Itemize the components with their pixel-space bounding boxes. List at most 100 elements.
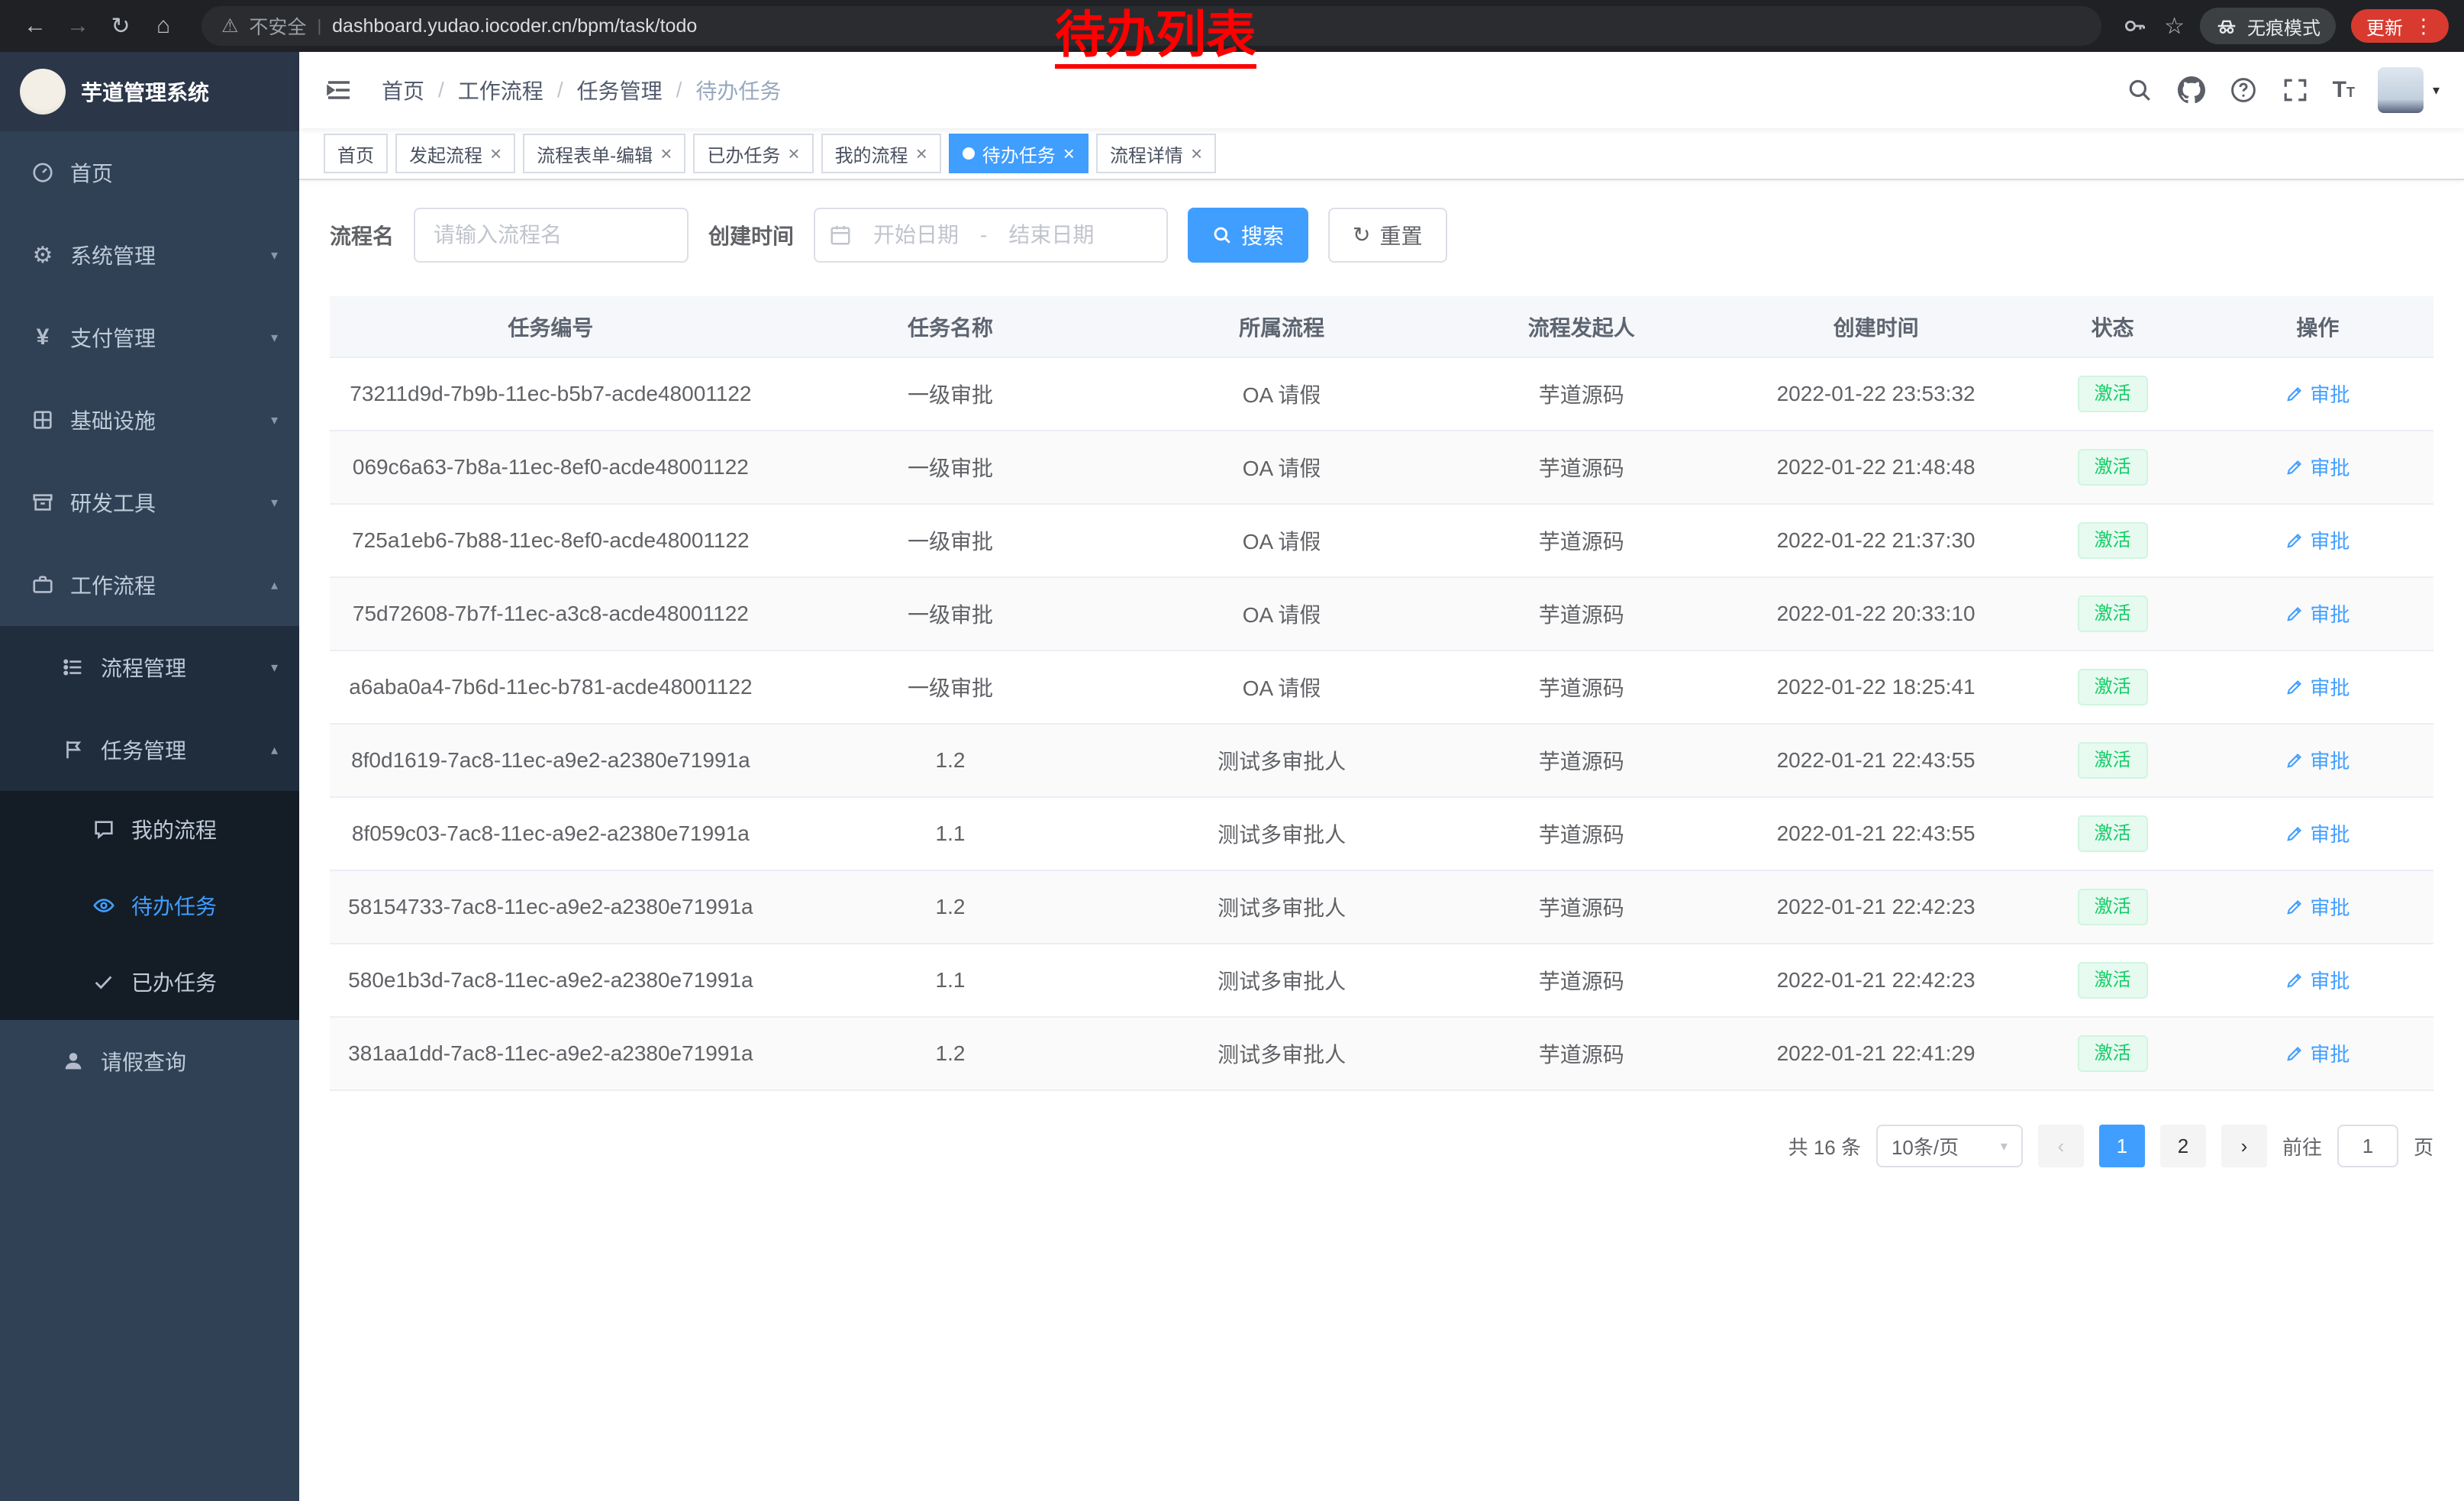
tab-done-tasks[interactable]: 已办任务 × [693, 134, 813, 173]
breadcrumb-home[interactable]: 首页 [382, 75, 424, 105]
update-button[interactable]: 更新 ⋮ [2351, 9, 2449, 43]
close-icon[interactable]: × [916, 144, 927, 163]
approve-button[interactable]: 审批 [2285, 819, 2350, 847]
approve-button[interactable]: 审批 [2285, 746, 2350, 774]
main-area: 首页 / 工作流程 / 任务管理 / 待办任务 [299, 52, 2464, 1501]
cell-initiator: 芋道源码 [1434, 357, 1729, 431]
sidebar-item-leave-query[interactable]: 请假查询 [0, 1020, 299, 1102]
sidebar-item-payment[interactable]: ¥ 支付管理 ▾ [0, 296, 299, 379]
user-menu[interactable]: ▾ [2378, 67, 2440, 113]
cell-initiator: 芋道源码 [1434, 504, 1729, 577]
sidebar-item-my-process[interactable]: 我的流程 [0, 791, 299, 867]
sidebar-item-devtools[interactable]: 研发工具 ▾ [0, 461, 299, 544]
browser-back-button[interactable]: ← [15, 6, 55, 46]
cell-status: 激活 [2024, 431, 2202, 504]
browser-reload-button[interactable]: ↻ [101, 6, 140, 46]
search-button[interactable]: 搜索 [1188, 208, 1308, 263]
sidebar-collapse-icon[interactable] [324, 73, 357, 107]
key-icon[interactable] [2120, 11, 2149, 40]
breadcrumb: 首页 / 工作流程 / 任务管理 / 待办任务 [382, 75, 781, 105]
status-badge: 激活 [2078, 376, 2148, 412]
cell-task-id: 725a1eb6-7b88-11ec-8ef0-acde48001122 [330, 504, 772, 577]
approve-button[interactable]: 审批 [2285, 1039, 2350, 1067]
sidebar-item-task-management[interactable]: 任务管理 ▴ [0, 709, 299, 791]
app-title: 芋道管理系统 [81, 76, 209, 107]
process-name-input[interactable] [414, 208, 689, 263]
incognito-label: 无痕模式 [2247, 13, 2320, 40]
tab-process-form-edit[interactable]: 流程表单-编辑 × [523, 134, 685, 173]
approve-button[interactable]: 审批 [2285, 526, 2350, 554]
content-area: 流程名 创建时间 - 搜索 [299, 180, 2464, 1501]
breadcrumb-workflow[interactable]: 工作流程 [458, 75, 543, 105]
security-label[interactable]: 不安全 [249, 12, 306, 40]
cell-task-id: a6aba0a4-7b6d-11ec-b781-acde48001122 [330, 650, 772, 724]
next-page-button[interactable]: › [2221, 1125, 2267, 1167]
sidebar-item-workflow[interactable]: 工作流程 ▴ [0, 544, 299, 626]
cell-created: 2022-01-22 18:25:41 [1729, 650, 2024, 724]
table-body: 73211d9d-7b9b-11ec-b5b7-acde48001122 一级审… [330, 357, 2433, 1090]
breadcrumb-current: 待办任务 [695, 75, 781, 105]
browser-menu-icon[interactable]: ⋮ [2414, 15, 2433, 38]
chevron-down-icon: ▾ [271, 495, 278, 511]
sidebar-item-home[interactable]: 首页 [0, 131, 299, 214]
page-button-1[interactable]: 1 [2099, 1125, 2145, 1167]
annotation-text: 待办列表 [1055, 6, 1256, 69]
end-date-input[interactable] [993, 223, 1109, 247]
close-icon[interactable]: × [490, 144, 502, 163]
sidebar-item-infrastructure[interactable]: 基础设施 ▾ [0, 379, 299, 461]
approve-button[interactable]: 审批 [2285, 673, 2350, 701]
fullscreen-icon[interactable] [2281, 76, 2310, 105]
help-icon[interactable] [2229, 76, 2258, 105]
status-badge: 激活 [2078, 962, 2148, 998]
cell-initiator: 芋道源码 [1434, 1017, 1729, 1090]
cell-status: 激活 [2024, 944, 2202, 1017]
avatar[interactable] [2378, 67, 2424, 113]
cell-action: 审批 [2202, 357, 2433, 431]
cell-task-id: 069c6a63-7b8a-11ec-8ef0-acde48001122 [330, 431, 772, 504]
date-range-picker[interactable]: - [814, 208, 1168, 263]
edit-icon [2285, 825, 2304, 843]
sidebar-item-done-tasks[interactable]: 已办任务 [0, 944, 299, 1020]
browser-home-button[interactable]: ⌂ [144, 6, 183, 46]
sidebar-item-process-management[interactable]: 流程管理 ▾ [0, 626, 299, 709]
sidebar-item-todo-tasks[interactable]: 待办任务 [0, 867, 299, 944]
start-date-input[interactable] [858, 223, 974, 247]
github-icon[interactable] [2177, 76, 2206, 105]
tab-process-detail[interactable]: 流程详情 × [1096, 134, 1216, 173]
tab-home[interactable]: 首页 [324, 134, 388, 173]
bookmark-star-icon[interactable]: ☆ [2164, 13, 2185, 40]
browser-forward-button[interactable]: → [58, 6, 98, 46]
page-button-2[interactable]: 2 [2160, 1125, 2206, 1167]
reset-button[interactable]: ↻ 重置 [1328, 208, 1446, 263]
approve-button[interactable]: 审批 [2285, 453, 2350, 481]
approve-button[interactable]: 审批 [2285, 379, 2350, 408]
cell-task-name: 1.2 [772, 724, 1130, 797]
cell-action: 审批 [2202, 944, 2433, 1017]
cell-process: 测试多审批人 [1129, 944, 1434, 1017]
page-size-select[interactable]: 10条/页 ▾ [1876, 1125, 2023, 1167]
close-icon[interactable]: × [660, 144, 672, 163]
tab-my-process[interactable]: 我的流程 × [821, 134, 941, 173]
cell-initiator: 芋道源码 [1434, 431, 1729, 504]
search-icon [1212, 225, 1232, 245]
goto-page-input[interactable] [2337, 1125, 2398, 1167]
font-size-icon[interactable]: TT [2333, 77, 2355, 103]
approve-button[interactable]: 审批 [2285, 893, 2350, 921]
close-icon[interactable]: × [788, 144, 799, 163]
cell-created: 2022-01-21 22:43:55 [1729, 724, 2024, 797]
cell-created: 2022-01-21 22:42:23 [1729, 870, 2024, 944]
close-icon[interactable]: × [1063, 144, 1075, 163]
edit-icon [2285, 751, 2304, 770]
table-row: 381aa1dd-7ac8-11ec-a9e2-a2380e71991a 1.2… [330, 1017, 2433, 1090]
app-logo[interactable]: 芋道管理系统 [0, 52, 299, 131]
approve-button[interactable]: 审批 [2285, 966, 2350, 994]
approve-button[interactable]: 审批 [2285, 599, 2350, 628]
search-icon[interactable] [2125, 76, 2154, 105]
cell-created: 2022-01-21 22:41:29 [1729, 1017, 2024, 1090]
sidebar-item-system[interactable]: ⚙ 系统管理 ▾ [0, 214, 299, 296]
prev-page-button[interactable]: ‹ [2038, 1125, 2084, 1167]
close-icon[interactable]: × [1191, 144, 1202, 163]
tab-todo-tasks[interactable]: 待办任务 × [949, 134, 1088, 173]
tab-start-process[interactable]: 发起流程 × [395, 134, 515, 173]
breadcrumb-task-management[interactable]: 任务管理 [577, 75, 663, 105]
